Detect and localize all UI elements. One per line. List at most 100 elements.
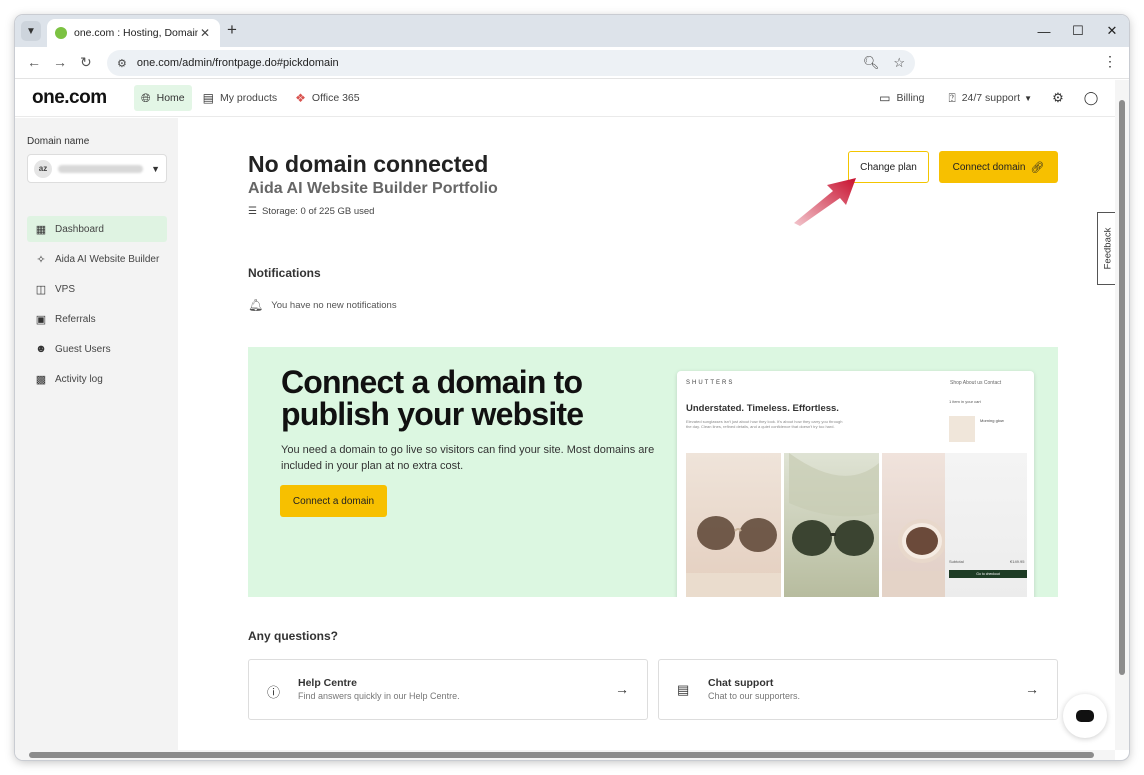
nav-home-label: Home bbox=[156, 92, 185, 104]
minimize-button[interactable]: — bbox=[1027, 15, 1061, 47]
chat-support-card[interactable]: ▤ Chat support Chat to our supporters. → bbox=[658, 659, 1058, 720]
sidebar-item-activity-log[interactable]: ▩ Activity log bbox=[27, 366, 167, 392]
nav-my-products-label: My products bbox=[219, 92, 278, 104]
nav-home[interactable]: 🌐︎ Home bbox=[134, 85, 192, 111]
chevron-down-icon: ▼ bbox=[26, 25, 36, 37]
help-centre-icon: ⓘ bbox=[267, 685, 281, 700]
change-plan-button[interactable]: Change plan bbox=[848, 151, 929, 183]
sidebar-item-guest-users[interactable]: ☻ Guest Users bbox=[27, 336, 167, 362]
chat-widget-button[interactable] bbox=[1063, 694, 1107, 738]
bookmark-star-icon[interactable]: ☆ bbox=[893, 55, 905, 71]
nav-my-products[interactable]: ▤ My products bbox=[196, 85, 285, 111]
preview-photo-sunglasses-2 bbox=[784, 453, 879, 597]
new-tab-button[interactable]: + bbox=[227, 20, 237, 40]
chat-support-title: Chat support bbox=[708, 677, 774, 689]
feedback-tab[interactable]: Feedback bbox=[1097, 212, 1117, 285]
help-centre-card[interactable]: ⓘ Help Centre Find answers quickly in ou… bbox=[248, 659, 648, 720]
preview-cart-thumb bbox=[949, 416, 975, 442]
horizontal-scroll-thumb[interactable] bbox=[29, 752, 1094, 758]
preview-checkout-button: Go to checkout bbox=[949, 570, 1027, 578]
nav-office-365-label: Office 365 bbox=[311, 92, 360, 104]
close-tab-icon[interactable]: ✕ bbox=[198, 26, 212, 40]
preview-brand: SHUTTERS bbox=[686, 380, 735, 386]
arrow-right-icon: → bbox=[1025, 681, 1039, 697]
window-controls: — ☐ ✕ bbox=[1027, 15, 1129, 47]
tab-search-button[interactable]: ▼ bbox=[21, 21, 41, 41]
sidebar-item-label: Guest Users bbox=[55, 343, 111, 355]
sidebar-nav: ▦ Dashboard ✧ Aida AI Website Builder ◫ … bbox=[27, 216, 167, 396]
account-icon[interactable]: ◯ bbox=[1082, 89, 1100, 107]
back-arrow-icon[interactable]: ← bbox=[27, 54, 41, 70]
support-menu[interactable]: ⍰ 24/7 support ▼ bbox=[941, 85, 1039, 111]
notifications-empty-text: You have no new notifications bbox=[271, 299, 397, 311]
notifications-empty: 🔔︎ You have no new notifications bbox=[248, 298, 397, 312]
reload-icon[interactable]: ↻ bbox=[80, 54, 92, 71]
notifications-title: Notifications bbox=[248, 266, 321, 280]
vertical-scroll-thumb[interactable] bbox=[1119, 100, 1125, 675]
sidebar-item-label: Referrals bbox=[55, 313, 96, 325]
preview-cart-title: 1 item in your cart bbox=[949, 399, 981, 404]
sidebar-item-label: Aida AI Website Builder bbox=[55, 253, 160, 265]
billing-link[interactable]: ▭ Billing bbox=[872, 85, 931, 111]
chevron-down-icon: ▼ bbox=[1024, 93, 1032, 103]
sidebar-item-vps[interactable]: ◫ VPS bbox=[27, 276, 167, 302]
address-bar[interactable]: ⚙ one.com/admin/frontpage.do#pickdomain … bbox=[107, 50, 915, 76]
users-icon: ☻ bbox=[35, 343, 47, 355]
tab-strip: ▼ one.com : Hosting, Domain, Em ✕ + — ☐ … bbox=[15, 15, 1129, 47]
domain-select[interactable]: az ▼ bbox=[27, 154, 167, 183]
close-window-button[interactable]: ✕ bbox=[1095, 15, 1129, 47]
ticket-icon: ▣ bbox=[35, 313, 47, 326]
chat-support-subtitle: Chat to our supporters. bbox=[708, 691, 801, 701]
forward-arrow-icon[interactable]: → bbox=[53, 54, 67, 70]
sidebar-item-label: Dashboard bbox=[55, 223, 104, 235]
horizontal-scrollbar[interactable] bbox=[15, 750, 1115, 760]
chat-icon: ▤ bbox=[677, 682, 690, 697]
maximize-button[interactable]: ☐ bbox=[1061, 15, 1095, 47]
feedback-label: Feedback bbox=[1102, 227, 1114, 270]
nav-office-365[interactable]: ❖ Office 365 bbox=[288, 85, 366, 111]
zoom-icon[interactable]: 🔍︎ bbox=[863, 55, 880, 71]
support-label: 24/7 support bbox=[961, 92, 1021, 104]
connect-domain-label: Connect domain bbox=[952, 161, 1026, 173]
sidebar-item-referrals[interactable]: ▣ Referrals bbox=[27, 306, 167, 332]
website-preview: SHUTTERS Shop About us Contact Understat… bbox=[677, 371, 1034, 597]
vertical-scrollbar[interactable] bbox=[1115, 80, 1129, 750]
billing-label: Billing bbox=[896, 92, 925, 104]
help-centre-title: Help Centre bbox=[298, 677, 357, 689]
connect-a-domain-button[interactable]: Connect a domain bbox=[280, 485, 387, 517]
page-subtitle: Aida AI Website Builder Portfolio bbox=[248, 180, 498, 197]
settings-gear-icon[interactable]: ⚙ bbox=[1049, 89, 1067, 107]
sparkle-icon: ✧ bbox=[36, 253, 46, 266]
sidebar-item-dashboard[interactable]: ▦ Dashboard bbox=[27, 216, 167, 242]
site-header: one.com 🌐︎ Home ▤ My products ❖ Office 3… bbox=[15, 80, 1115, 117]
questions-title: Any questions? bbox=[248, 629, 339, 643]
arrow-right-icon: → bbox=[615, 681, 629, 697]
sidebar-item-aida[interactable]: ✧ Aida AI Website Builder bbox=[27, 246, 167, 272]
site-info-icon[interactable]: ⚙ bbox=[117, 57, 127, 70]
browser-menu-icon[interactable]: ⋮ bbox=[1103, 53, 1117, 70]
main-content: No domain connected Aida AI Website Buil… bbox=[178, 118, 1115, 750]
browser-tab[interactable]: one.com : Hosting, Domain, Em ✕ bbox=[47, 19, 220, 47]
preview-subtext: Elevated sunglasses isn't just about how… bbox=[686, 419, 843, 429]
url-text[interactable]: one.com/admin/frontpage.do#pickdomain bbox=[137, 57, 849, 69]
blurred-domain-name bbox=[58, 164, 144, 173]
favicon-icon bbox=[55, 27, 67, 39]
connect-domain-banner: Connect a domain to publish your website… bbox=[248, 347, 1058, 597]
banner-text: You need a domain to go live so visitors… bbox=[281, 444, 655, 472]
browser-toolbar: ← → ↻ ⚙ one.com/admin/frontpage.do#pickd… bbox=[15, 47, 1129, 79]
help-centre-subtitle: Find answers quickly in our Help Centre. bbox=[298, 691, 460, 701]
tab-title: one.com : Hosting, Domain, Em bbox=[74, 27, 198, 39]
onecom-logo[interactable]: one.com bbox=[32, 87, 134, 109]
storage-icon: ☰ bbox=[248, 206, 257, 217]
domain-name-label: Domain name bbox=[27, 136, 90, 147]
preview-heading: Understated. Timeless. Effortless. bbox=[686, 403, 839, 414]
office-icon: ❖ bbox=[295, 91, 306, 105]
connect-domain-button[interactable]: Connect domain 🔗︎ bbox=[939, 151, 1058, 183]
preview-nav: Shop About us Contact bbox=[950, 380, 1002, 386]
globe-icon: 🌐︎ bbox=[141, 90, 151, 105]
preview-cart-item-name: Morning glow bbox=[980, 418, 1004, 423]
database-icon: ◫ bbox=[35, 283, 47, 296]
storage-info: ☰ Storage: 0 of 225 GB used bbox=[248, 206, 374, 217]
browser-window: ▼ one.com : Hosting, Domain, Em ✕ + — ☐ … bbox=[15, 15, 1129, 760]
chat-bubble-icon bbox=[1076, 710, 1094, 722]
